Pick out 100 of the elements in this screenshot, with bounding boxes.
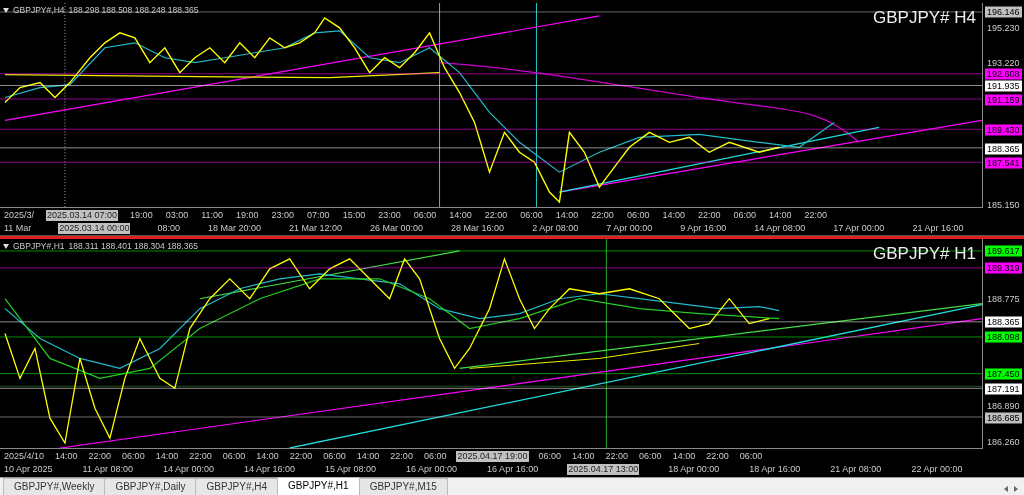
time-label: 15:00 bbox=[341, 210, 367, 221]
time-label: 2025/4/10 bbox=[3, 451, 46, 462]
time-label: 06:00 bbox=[412, 210, 438, 221]
time-label: 14:00 bbox=[448, 210, 473, 221]
time-label: 26 Mar 00:00 bbox=[369, 223, 425, 234]
price-tag: 189.319 bbox=[985, 262, 1022, 274]
time-label: 22:00 bbox=[188, 451, 213, 462]
time-label: 17 Apr 00:00 bbox=[832, 223, 886, 234]
price-tag: 196.146 bbox=[985, 6, 1022, 18]
time-label: 14 Apr 08:00 bbox=[753, 223, 807, 234]
time-label: 28 Mar 16:00 bbox=[450, 223, 506, 234]
time-label: 22 Apr 00:00 bbox=[910, 464, 964, 475]
price-tick-label: 188.775 bbox=[986, 293, 1021, 305]
time-label: 23:00 bbox=[270, 210, 296, 221]
time-label: 9 Apr 16:00 bbox=[679, 223, 728, 234]
time-label: 06:00 bbox=[422, 451, 448, 462]
chart-title: GBPJPY# H4 bbox=[873, 7, 976, 29]
time-label: 21 Mar 12:00 bbox=[288, 223, 344, 234]
price-tag: 192.608 bbox=[985, 68, 1022, 80]
time-label: 11:00 bbox=[200, 210, 225, 221]
time-label: 7 Apr 00:00 bbox=[605, 223, 654, 234]
time-label: 14:00 bbox=[768, 210, 793, 221]
time-label: 22:00 bbox=[389, 451, 414, 462]
time-label: 08:00 bbox=[156, 223, 181, 234]
time-label: 06:00 bbox=[638, 451, 663, 462]
price-tag: 188.365 bbox=[985, 316, 1022, 328]
price-tag: 189.617 bbox=[985, 245, 1022, 257]
time-label: 22:00 bbox=[288, 451, 314, 462]
dropdown-triangle-icon[interactable] bbox=[3, 243, 9, 249]
time-cursor-tag: 2025.03.14 00:00 bbox=[58, 223, 131, 234]
time-label: 06:00 bbox=[537, 451, 563, 462]
time-label: 06:00 bbox=[519, 210, 544, 221]
dropdown-triangle-icon[interactable] bbox=[3, 7, 9, 13]
price-tick-label: 185.150 bbox=[986, 199, 1021, 211]
chart-tab[interactable]: GBPJPY#,Daily bbox=[104, 478, 197, 495]
time-label: 14:00 bbox=[54, 451, 79, 462]
time-label: 14 Apr 16:00 bbox=[242, 464, 296, 475]
time-cursor-tag: 2025.03.14 07:00 bbox=[46, 210, 119, 221]
price-tag: 189.430 bbox=[985, 124, 1022, 136]
price-tag: 188.365 bbox=[985, 143, 1022, 155]
time-label: 14:00 bbox=[661, 210, 686, 221]
time-label: 07:00 bbox=[306, 210, 331, 221]
time-label: 22:00 bbox=[696, 210, 722, 221]
time-label: 22:00 bbox=[590, 210, 615, 221]
price-tick-label: 193.220 bbox=[986, 57, 1021, 69]
time-label: 10 Apr 2025 bbox=[3, 464, 54, 475]
time-label: 2 Apr 08:00 bbox=[531, 223, 580, 234]
time-label: 11 Apr 08:00 bbox=[81, 464, 134, 475]
time-label: 15 Apr 08:00 bbox=[324, 464, 378, 475]
time-label: 06:00 bbox=[625, 210, 651, 221]
time-label: 19:00 bbox=[129, 210, 154, 221]
price-tick-label: 195.230 bbox=[986, 22, 1021, 34]
time-label: 2025/3/ bbox=[3, 210, 36, 221]
time-label: 11 Mar bbox=[3, 223, 33, 234]
time-label: 18 Mar 20:00 bbox=[206, 223, 262, 234]
price-tick-label: 186.890 bbox=[986, 400, 1021, 412]
symbol-label: GBPJPY#,H4 bbox=[13, 4, 65, 17]
time-label: 14:00 bbox=[671, 451, 697, 462]
time-label: 14:00 bbox=[255, 451, 280, 462]
time-label: 18 Apr 00:00 bbox=[667, 464, 721, 475]
time-label: 16 Apr 16:00 bbox=[486, 464, 540, 475]
price-tag: 187.541 bbox=[985, 157, 1022, 169]
time-label: 16 Apr 00:00 bbox=[405, 464, 459, 475]
price-tag: 188.098 bbox=[985, 331, 1022, 343]
time-label: 22:00 bbox=[803, 210, 829, 221]
chart-title: GBPJPY# H1 bbox=[873, 243, 976, 265]
time-label: 22:00 bbox=[483, 210, 509, 221]
time-label: 21 Apr 16:00 bbox=[911, 223, 965, 234]
time-label: 06:00 bbox=[322, 451, 347, 462]
time-label: 06:00 bbox=[732, 210, 757, 221]
time-label: 14:00 bbox=[571, 451, 596, 462]
time-label: 06:00 bbox=[738, 451, 764, 462]
scroll-left-icon[interactable] bbox=[1004, 486, 1008, 492]
chart-tab[interactable]: GBPJPY#,Weekly bbox=[3, 478, 106, 495]
price-tag: 191.935 bbox=[985, 80, 1022, 92]
time-label: 19:00 bbox=[235, 210, 260, 221]
time-label: 14 Apr 00:00 bbox=[161, 464, 215, 475]
time-label: 22:00 bbox=[604, 451, 630, 462]
time-cursor-tag: 2025.04.17 13:00 bbox=[567, 464, 640, 475]
time-label: 14:00 bbox=[355, 451, 381, 462]
price-tick-label: 186.260 bbox=[986, 436, 1021, 448]
time-label: 14:00 bbox=[154, 451, 180, 462]
time-label: 22:00 bbox=[87, 451, 113, 462]
time-label: 06:00 bbox=[221, 451, 247, 462]
time-label: 22:00 bbox=[705, 451, 730, 462]
chart-tab[interactable]: GBPJPY#,H4 bbox=[195, 478, 279, 495]
time-label: 06:00 bbox=[121, 451, 146, 462]
chart-tab[interactable]: GBPJPY#,M15 bbox=[358, 478, 448, 495]
chart-tab[interactable]: GBPJPY#,H1 bbox=[277, 477, 360, 495]
time-label: 23:00 bbox=[377, 210, 402, 221]
time-label: 14:00 bbox=[554, 210, 580, 221]
scroll-right-icon[interactable] bbox=[1014, 486, 1018, 492]
price-tag: 187.450 bbox=[985, 368, 1022, 380]
time-label: 21 Apr 08:00 bbox=[829, 464, 883, 475]
time-cursor-tag: 2025.04.17 19:00 bbox=[456, 451, 529, 462]
symbol-label: GBPJPY#,H1 bbox=[13, 240, 65, 253]
price-tag: 191.159 bbox=[985, 94, 1022, 105]
time-label: 18 Apr 16:00 bbox=[748, 464, 802, 475]
ohlc-prices: 188.298 188.508 188.248 188.365 bbox=[68, 4, 199, 17]
price-tag: 186.685 bbox=[985, 412, 1022, 424]
